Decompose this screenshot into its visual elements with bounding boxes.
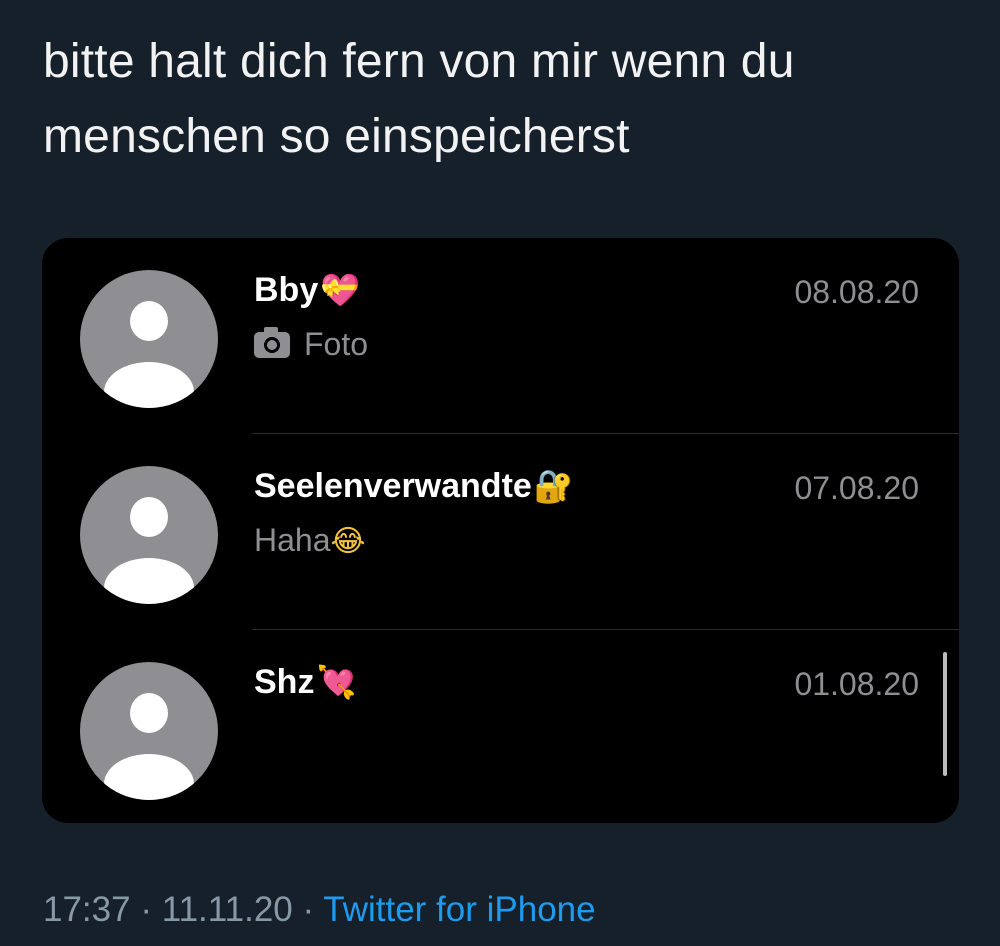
meta-separator: · [140,890,152,929]
tweet-meta: 17:37 · 11.11.20 · Twitter for iPhone [43,888,596,932]
contact-name: Bby💝 [254,270,360,310]
chat-date: 01.08.20 [794,666,919,702]
tweet-source-link[interactable]: Twitter for iPhone [323,890,595,929]
tweet-media-screenshot[interactable]: Bby💝 08.08.20 Foto Seelenverwandte🔐 07.0… [42,238,959,823]
tweet-time: 17:37 [43,890,131,929]
contact-name-text: Bby [254,271,319,309]
tweet-date: 11.11.20 [161,890,293,929]
camera-icon [254,327,290,358]
contact-name-text: Shz [254,663,315,701]
avatar [80,662,218,800]
lock-key-icon: 🔐 [533,467,574,505]
contact-name: Seelenverwandte🔐 [254,466,574,506]
avatar-shoulders [104,362,194,408]
avatar-head [130,693,168,733]
avatar-shoulders [104,754,194,800]
heart-gift-icon: 💝 [320,271,361,309]
meta-separator: · [302,890,315,929]
chat-row-shz: Shz💘 01.08.20 [42,630,959,823]
message-preview: Haha😂 [254,520,366,562]
avatar [80,270,218,408]
avatar [80,466,218,604]
message-preview: Foto [254,324,368,364]
message-preview-text: Haha [254,522,331,558]
chat-row-seelenverwandte: Seelenverwandte🔐 07.08.20 Haha😂 [42,434,959,630]
scrollbar [943,652,947,776]
avatar-shoulders [104,558,194,604]
chat-date: 07.08.20 [794,470,919,506]
contact-name-text: Seelenverwandte [254,467,532,505]
contact-name: Shz💘 [254,662,356,702]
chat-date: 08.08.20 [794,274,919,310]
tweet-text: bitte halt dich fern von mir wenn du men… [43,35,795,163]
chat-row-bby: Bby💝 08.08.20 Foto [42,238,959,434]
message-preview-text: Foto [304,326,369,362]
heart-arrow-icon: 💘 [316,663,357,701]
avatar-head [130,497,168,537]
laughing-tears-icon: 😂 [330,524,366,559]
avatar-head [130,301,168,341]
